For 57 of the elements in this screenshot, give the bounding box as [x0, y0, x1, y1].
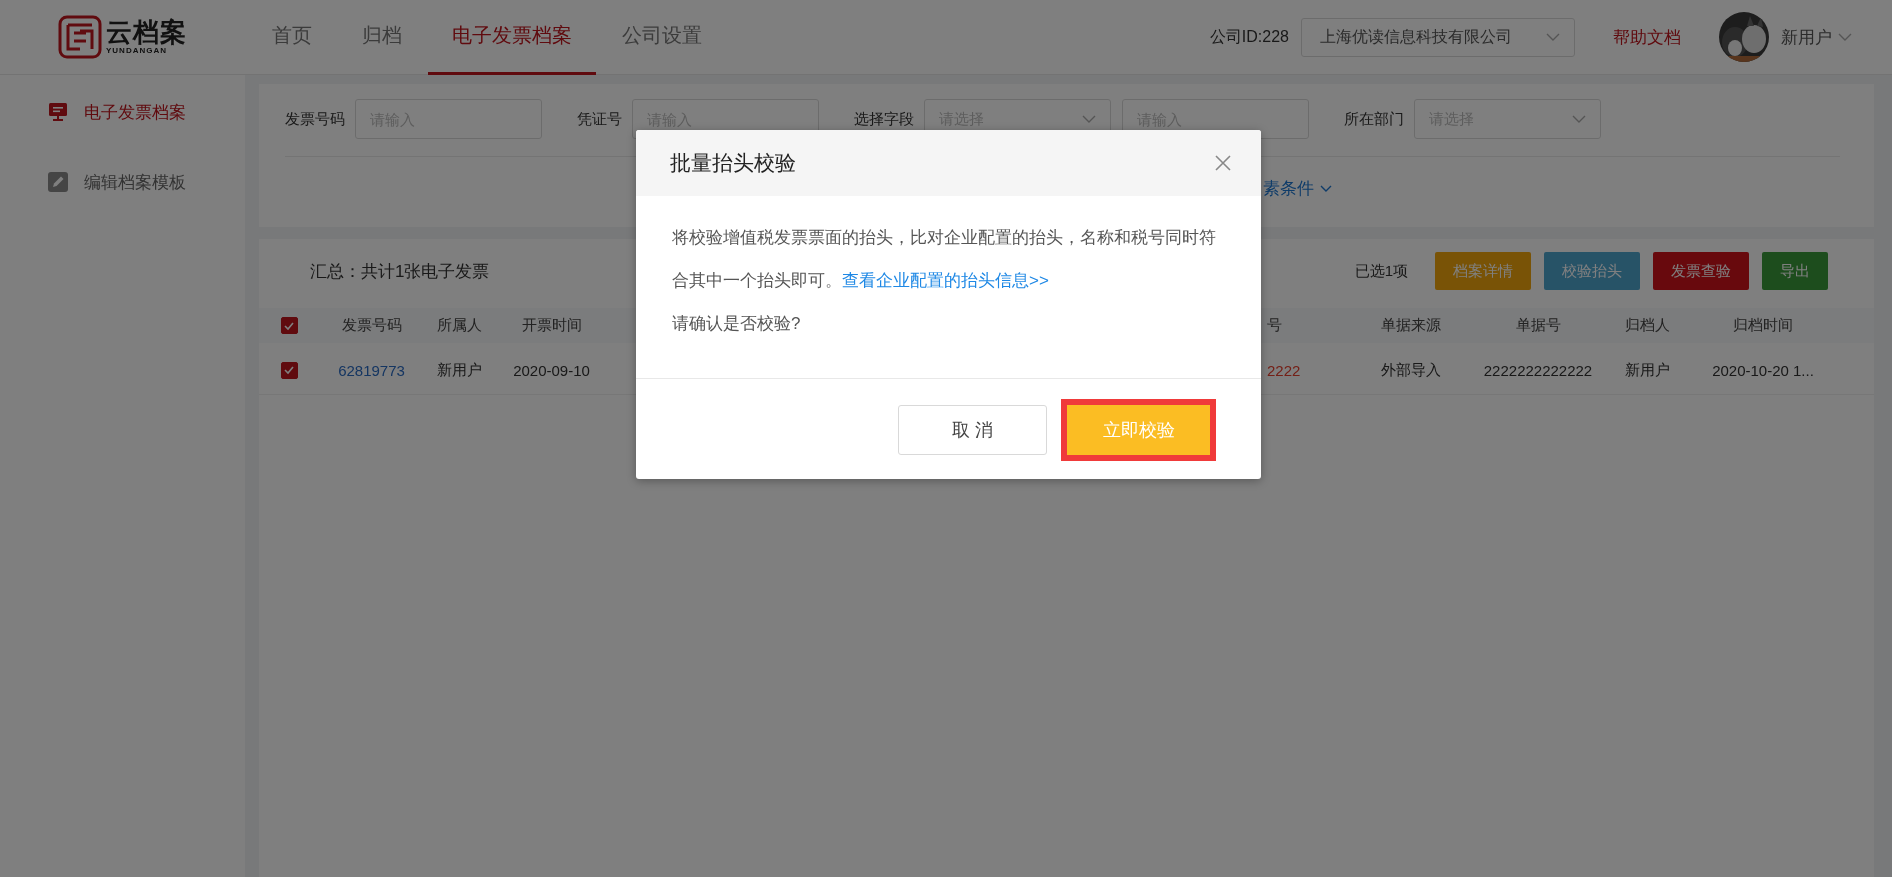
checkbox[interactable] — [280, 317, 298, 334]
column-header: 归档人 — [1624, 316, 1671, 335]
check-icon — [283, 364, 295, 376]
confirm-question: 请确认是否校验? — [672, 313, 802, 335]
cancel-button[interactable]: 取 消 — [898, 405, 1047, 455]
column-header: 单据来源 — [1380, 316, 1442, 335]
column-header: 开票时间 — [520, 316, 583, 335]
search-conditions-toggle[interactable]: 素条件 — [1263, 177, 1332, 200]
action-button[interactable]: 校验抬头 — [1544, 252, 1640, 290]
checkbox[interactable] — [280, 361, 298, 379]
column-header: 号 — [1266, 316, 1283, 335]
column-header: 发票号码 — [340, 316, 403, 335]
company-select[interactable]: 上海优读信息科技有限公司 — [1301, 17, 1575, 57]
dialog-message: 将校验增值税发票票面的抬头，比对企业配置的抬头，名称和税号同时符合其中一个抬头即可。查看企业配置的抬头信息>> — [672, 227, 1217, 292]
table-cell-text: 外部导入 — [1380, 360, 1442, 380]
column-header: 所属人 — [435, 316, 483, 335]
logo-icon — [58, 15, 102, 59]
field-label: 所在部门 — [1344, 109, 1404, 129]
company-id-label: 公司ID:228 — [1209, 26, 1289, 47]
logo-subtitle: YUNDANGAN — [106, 46, 168, 56]
field-label: 凭证号 — [577, 109, 622, 129]
table-cell-text: 新用户 — [435, 360, 483, 380]
invoice-link[interactable]: 62819773 — [319, 361, 424, 379]
table-cell-text: 2020-09-10 — [512, 361, 591, 379]
config-link[interactable]: 查看企业配置的抬头信息>> — [842, 271, 1049, 290]
confirm-button[interactable]: 立即校验 — [1067, 405, 1210, 455]
field-label: 发票号码 — [285, 109, 345, 129]
chevron-down-icon — [1838, 32, 1852, 42]
dialog-title: 批量抬头校验 — [670, 150, 797, 176]
help-link[interactable]: 帮助文档 — [1613, 25, 1681, 49]
sidebar-item[interactable]: 电子发票档案 — [48, 99, 245, 125]
table-cell-text: 2222 — [1266, 361, 1302, 379]
chevron-down-icon — [1082, 114, 1096, 124]
monitor-icon — [48, 102, 68, 122]
summary-text: 汇总：共计1张电子发票 — [310, 260, 490, 283]
action-button[interactable]: 导出 — [1762, 252, 1828, 290]
action-button[interactable]: 发票查验 — [1653, 252, 1749, 290]
column-header: 归档时间 — [1732, 316, 1794, 335]
chevron-down-icon — [1572, 114, 1586, 124]
table-cell-text: 2222222222222 — [1482, 361, 1594, 379]
logo-name: 云档案 — [106, 18, 187, 46]
user-menu[interactable]: 新用户 — [1781, 25, 1832, 49]
close-icon[interactable] — [1215, 155, 1231, 171]
sidebar-item[interactable]: 编辑档案模板 — [48, 169, 245, 195]
nav-tab[interactable]: 首页 — [248, 0, 336, 75]
nav-tab[interactable]: 公司设置 — [598, 0, 726, 75]
action-button[interactable]: 档案详情 — [1435, 252, 1531, 290]
pencil-icon — [48, 172, 68, 192]
nav-tab[interactable]: 归档 — [338, 0, 426, 75]
chevron-down-icon — [1546, 32, 1560, 42]
table-cell-text: 新用户 — [1624, 360, 1671, 380]
chevron-down-icon — [1320, 184, 1332, 193]
selection-count: 已选1项 — [1354, 261, 1408, 281]
table-cell-text: 2020-10-20 1... — [1711, 361, 1815, 379]
column-header: 单据号 — [1514, 316, 1562, 335]
nav-tab[interactable]: 电子发票档案 — [428, 0, 596, 75]
field-label: 选择字段 — [854, 109, 914, 129]
